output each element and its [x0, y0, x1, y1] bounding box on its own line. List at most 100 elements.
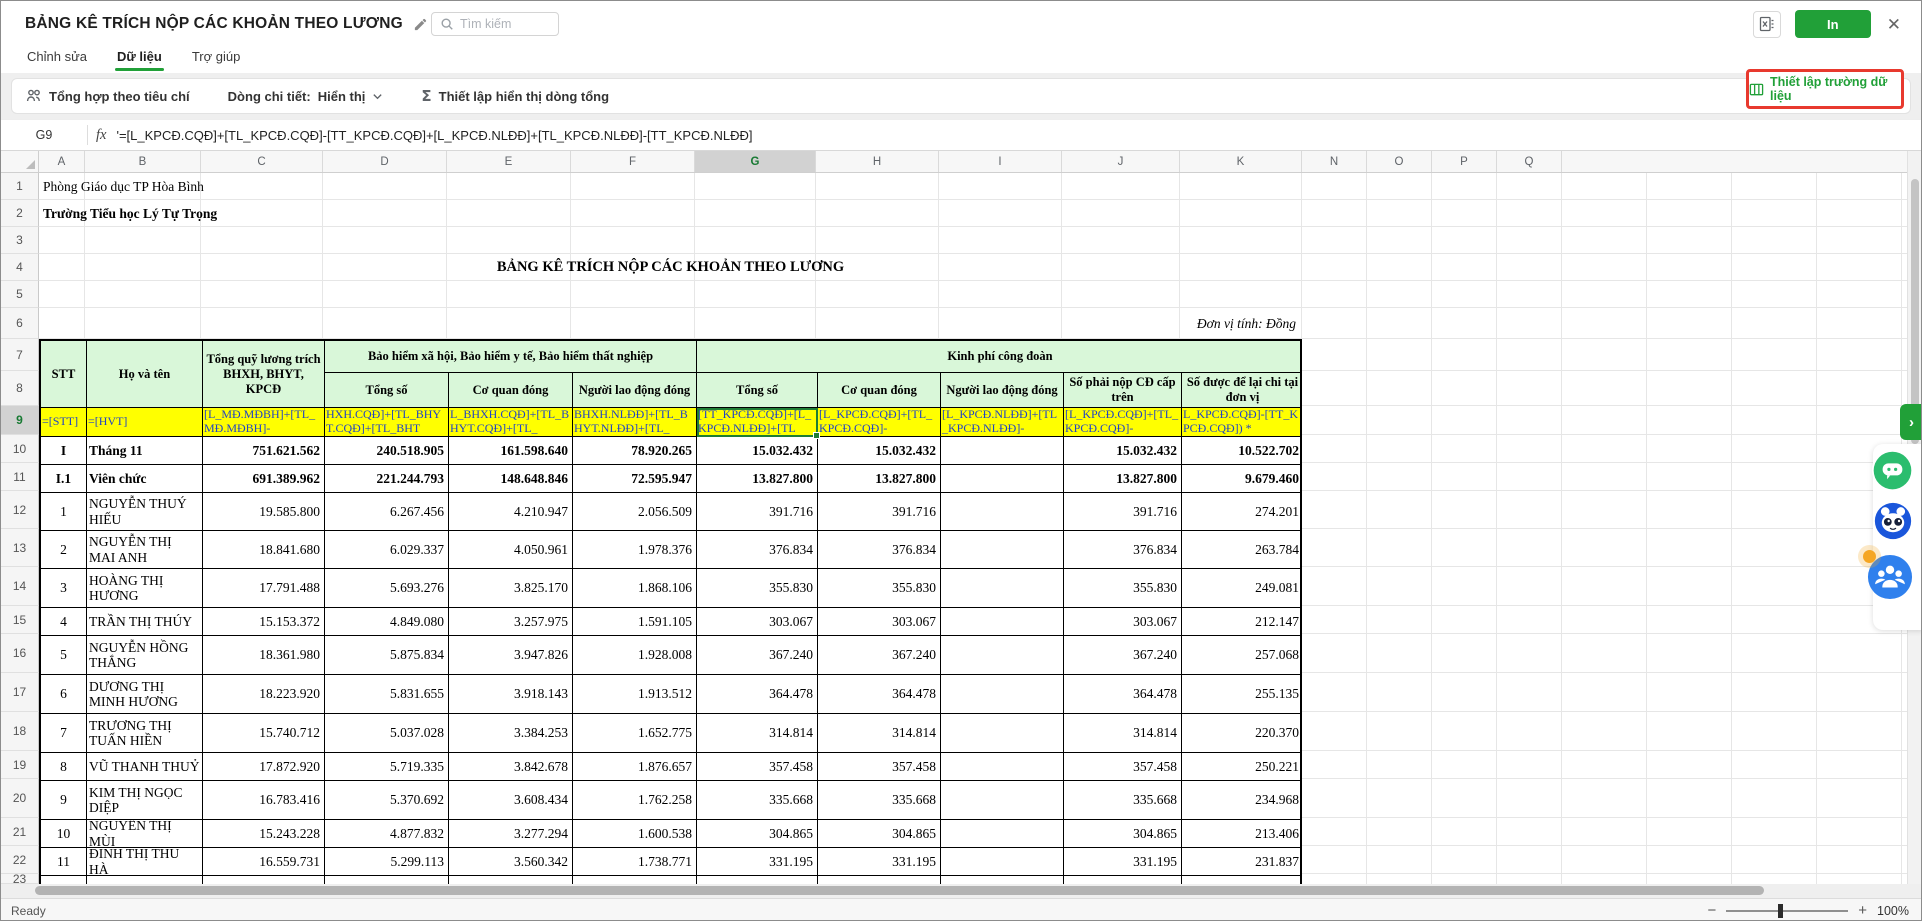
cell-H19[interactable]: 357.458 [818, 753, 941, 781]
cell-K18[interactable]: 220.370 [1182, 714, 1302, 753]
row-header-19[interactable]: 19 [1, 751, 39, 779]
header-name[interactable]: Họ và tên [87, 341, 203, 408]
header-keep-unit[interactable]: Số được để lại chi tại đơn vị [1182, 373, 1302, 408]
cell-C21[interactable]: 15.243.228 [203, 820, 325, 848]
formula-cell-F9[interactable]: BHXH.NLĐĐ]+[TL_BHYT.NLĐĐ]+[TL_ [573, 408, 697, 437]
cell-E18[interactable]: 3.384.253 [449, 714, 573, 753]
row-header-7[interactable]: 7 [1, 339, 39, 371]
cell-E17[interactable]: 3.918.143 [449, 675, 573, 714]
cell-B11[interactable]: Viên chức [87, 465, 203, 493]
cell-G16[interactable]: 367.240 [697, 636, 818, 675]
cell-J21[interactable]: 304.865 [1064, 820, 1182, 848]
cell-B15[interactable]: TRẦN THỊ THÚY [87, 608, 203, 636]
zoom-in-icon[interactable]: + [1858, 903, 1867, 918]
formula-cell-J9[interactable]: [L_KPCĐ.CQĐ]+[TL_KPCĐ.CQĐ]- [1064, 408, 1182, 437]
header-employee-1[interactable]: Người lao động đóng [573, 373, 697, 408]
cell-K15[interactable]: 212.147 [1182, 608, 1302, 636]
zoom-slider[interactable] [1726, 910, 1848, 912]
cell-I15[interactable] [941, 608, 1064, 636]
header-agency-2[interactable]: Cơ quan đóng [818, 373, 941, 408]
cell-J18[interactable]: 314.814 [1064, 714, 1182, 753]
cell-E14[interactable]: 3.825.170 [449, 569, 573, 608]
search-input[interactable]: Tìm kiếm [431, 12, 559, 36]
cell-G22[interactable]: 331.195 [697, 848, 818, 876]
row-header-21[interactable]: 21 [1, 818, 39, 846]
row-header-17[interactable]: 17 [1, 673, 39, 712]
cell-F10[interactable]: 78.920.265 [573, 437, 697, 465]
cell-A11[interactable]: I.1 [41, 465, 87, 493]
cell-D13[interactable]: 6.029.337 [325, 531, 449, 569]
cell-B10[interactable]: Tháng 11 [87, 437, 203, 465]
summarize-by-criteria-button[interactable]: Tổng hợp theo tiêu chí [26, 88, 190, 104]
cell-A21[interactable]: 10 [41, 820, 87, 848]
close-icon[interactable]: ✕ [1885, 14, 1903, 35]
cell-I12[interactable] [941, 493, 1064, 531]
column-header-K[interactable]: K [1180, 151, 1302, 172]
chat-icon[interactable] [1871, 449, 1914, 492]
cell-G11[interactable]: 13.827.800 [697, 465, 818, 493]
export-excel-button[interactable] [1753, 11, 1781, 38]
cell-E10[interactable]: 161.598.640 [449, 437, 573, 465]
cell-D19[interactable]: 5.719.335 [325, 753, 449, 781]
cell-B19[interactable]: VŨ THANH THUỶ [87, 753, 203, 781]
formula-cell-E9[interactable]: L_BHXH.CQĐ]+[TL_BHYT.CQĐ]+[TL_ [449, 408, 573, 437]
row-header-16[interactable]: 16 [1, 634, 39, 673]
cell-H21[interactable]: 304.865 [818, 820, 941, 848]
column-header-C[interactable]: C [201, 151, 323, 172]
row-header-12[interactable]: 12 [1, 491, 39, 529]
detail-rows-dropdown[interactable]: Dòng chi tiết: Hiển thị [228, 89, 384, 104]
cell-G12[interactable]: 391.716 [697, 493, 818, 531]
cell-J11[interactable]: 13.827.800 [1064, 465, 1182, 493]
cell-J14[interactable]: 355.830 [1064, 569, 1182, 608]
cell-G17[interactable]: 364.478 [697, 675, 818, 714]
cell-C16[interactable]: 18.361.980 [203, 636, 325, 675]
cell-G14[interactable]: 355.830 [697, 569, 818, 608]
cell-D12[interactable]: 6.267.456 [325, 493, 449, 531]
cell-B17[interactable]: DƯƠNG THỊ MINH HƯƠNG [87, 675, 203, 714]
column-header-B[interactable]: B [85, 151, 201, 172]
column-header-E[interactable]: E [447, 151, 571, 172]
cell-D11[interactable]: 221.244.793 [325, 465, 449, 493]
row-header-5[interactable]: 5 [1, 281, 39, 308]
row-header-13[interactable]: 13 [1, 529, 39, 567]
formula-cell-C9[interactable]: [L_MĐ.MĐBH]+[TL_MĐ.MĐBH]- [203, 408, 325, 437]
formula-cell-A9[interactable]: =[STT] [41, 408, 87, 437]
cell-F20[interactable]: 1.762.258 [573, 781, 697, 820]
cell-C20[interactable]: 16.783.416 [203, 781, 325, 820]
header-fund[interactable]: Tổng quỹ lương trích BHXH, BHYT, KPCĐ [203, 341, 325, 408]
cell-E21[interactable]: 3.277.294 [449, 820, 573, 848]
header-agency-1[interactable]: Cơ quan đóng [449, 373, 573, 408]
cell-B22[interactable]: ĐINH THỊ THU HÀ [87, 848, 203, 876]
column-header-G[interactable]: G [695, 151, 816, 172]
cell-E16[interactable]: 3.947.826 [449, 636, 573, 675]
cell-A22[interactable]: 11 [41, 848, 87, 876]
header-pay-upper[interactable]: Số phải nộp CĐ cấp trên [1064, 373, 1182, 408]
cell-H20[interactable]: 335.668 [818, 781, 941, 820]
zoom-out-icon[interactable]: − [1707, 903, 1716, 918]
cell-A15[interactable]: 4 [41, 608, 87, 636]
row-header-8[interactable]: 8 [1, 371, 39, 406]
header-total-2[interactable]: Tổng số [697, 373, 818, 408]
cell-B23[interactable] [87, 876, 203, 884]
formula-cell-D9[interactable]: HXH.CQĐ]+[TL_BHYT.CQĐ]+[TL_BHT [325, 408, 449, 437]
cell-E12[interactable]: 4.210.947 [449, 493, 573, 531]
cell-B16[interactable]: NGUYỄN HỒNG THẮNG [87, 636, 203, 675]
cell-G19[interactable]: 357.458 [697, 753, 818, 781]
cell-K16[interactable]: 257.068 [1182, 636, 1302, 675]
horizontal-scrollbar[interactable] [1, 884, 1921, 898]
cell-E11[interactable]: 148.648.846 [449, 465, 573, 493]
cell-C22[interactable]: 16.559.731 [203, 848, 325, 876]
cell-I22[interactable] [941, 848, 1064, 876]
cell-G15[interactable]: 303.067 [697, 608, 818, 636]
header-employee-2[interactable]: Người lao động đóng [941, 373, 1064, 408]
cell-F11[interactable]: 72.595.947 [573, 465, 697, 493]
tab-chinh-sua[interactable]: Chỉnh sửa [25, 47, 89, 71]
formula-cell-H9[interactable]: [L_KPCĐ.CQĐ]+[TL_KPCĐ.CQĐ]- [818, 408, 941, 437]
formula-input[interactable]: '=[L_KPCĐ.CQĐ]+[TL_KPCĐ.CQĐ]-[TT_KPCĐ.CQ… [116, 128, 752, 143]
column-header-J[interactable]: J [1062, 151, 1180, 172]
cell-F13[interactable]: 1.978.376 [573, 531, 697, 569]
cell-H15[interactable]: 303.067 [818, 608, 941, 636]
cell-K20[interactable]: 234.968 [1182, 781, 1302, 820]
cell-K21[interactable]: 213.406 [1182, 820, 1302, 848]
cell-C14[interactable]: 17.791.488 [203, 569, 325, 608]
